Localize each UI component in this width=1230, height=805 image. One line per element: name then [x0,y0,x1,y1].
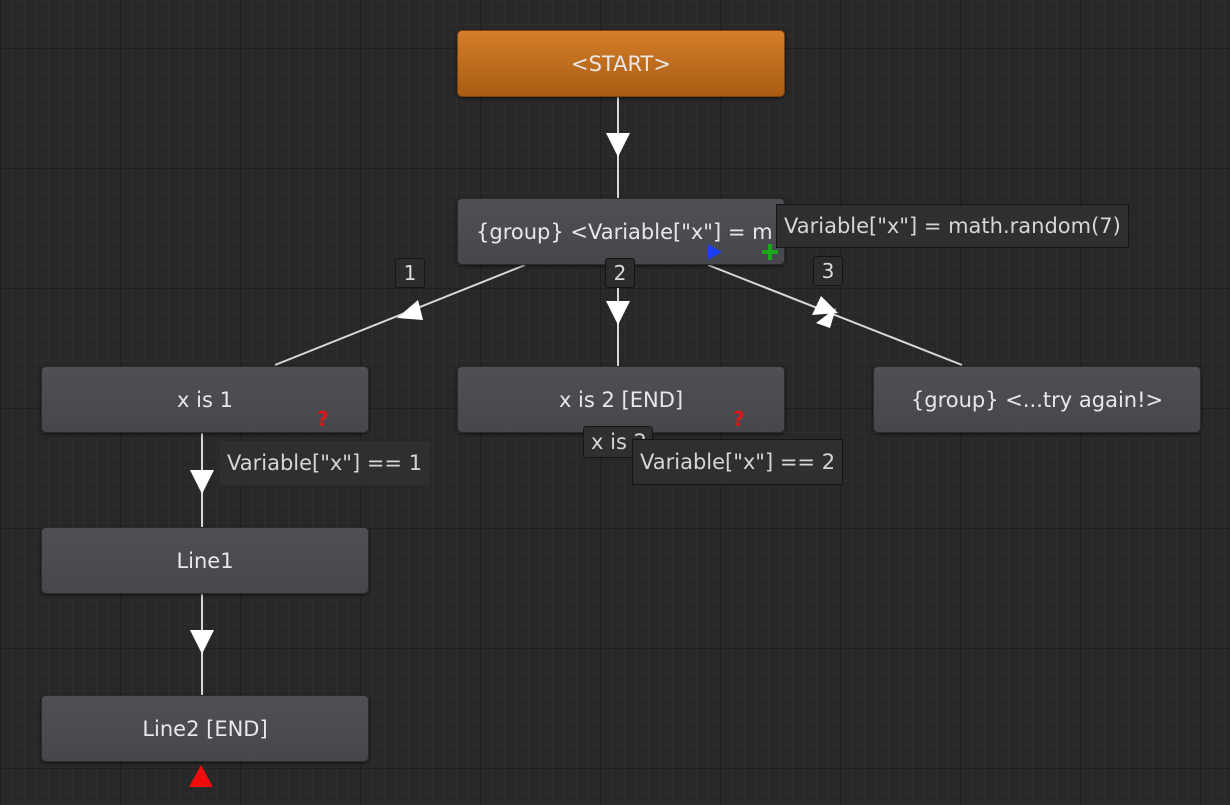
condition-x2-tooltip: Variable["x"] == 2 [632,439,844,485]
arrowhead-x2-down [606,301,630,325]
branch-label-3: 3 [813,256,843,286]
condition-x1-question-icon[interactable]: ? [317,409,329,429]
group-random-node-label: {group} <Variable["x"] = m [476,219,773,244]
group-random-node[interactable]: {group} <Variable["x"] = m [457,198,785,265]
line2-end-node-label: Line2 [END] [142,716,268,741]
arrowhead-start-down [606,133,630,157]
random-assign-tooltip: Variable["x"] = math.random(7) [776,204,1129,248]
arrowhead-x1 [397,300,423,320]
start-node[interactable]: <START> [457,30,785,97]
start-node-label: <START> [571,51,671,76]
play-icon[interactable] [706,243,724,261]
group-try-again-node-label: {group} <...try again!> [910,387,1164,412]
condition-x1-tooltip: Variable["x"] == 1 [219,441,431,485]
branch-label-1: 1 [395,258,425,288]
arrowhead-line2-down [190,630,214,654]
group-try-again-node[interactable]: {group} <...try again!> [873,366,1201,433]
branch-label-2: 2 [605,258,635,288]
triangle-up-icon[interactable] [188,764,214,788]
plus-icon[interactable] [760,242,780,262]
arrowhead-line1-down [190,470,214,494]
line2-end-node[interactable]: Line2 [END] [41,695,369,762]
condition-x2-question-icon[interactable]: ? [733,409,745,429]
x-is-2-end-node-label: x is 2 [END] [558,387,684,412]
line1-node-label: Line1 [176,548,234,573]
x-is-1-node-label: x is 1 [177,387,233,412]
line1-node[interactable]: Line1 [41,527,369,594]
